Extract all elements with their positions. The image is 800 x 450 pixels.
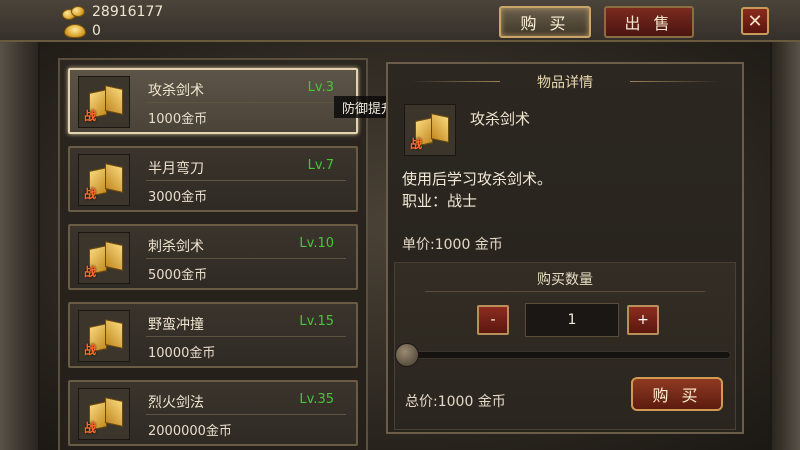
gold-amount: 28916177 <box>92 4 164 20</box>
gold-coins-icon <box>62 5 88 20</box>
increase-quantity-button[interactable]: + <box>627 305 659 335</box>
tab-buy[interactable]: 购 买 <box>499 6 591 38</box>
quantity-slider-handle[interactable] <box>395 343 419 367</box>
quantity-title: 购买数量 <box>537 272 593 288</box>
class-tag: 战 <box>84 343 97 357</box>
detail-item-name: 攻杀剑术 <box>470 110 531 128</box>
item-price: 5000金币 <box>148 268 208 283</box>
ingot-counter: 0 <box>62 22 101 40</box>
item-level: Lv.3 <box>307 80 334 95</box>
list-item[interactable]: 战 半月弯刀 Lv.7 3000金币 <box>68 146 358 212</box>
detail-title: 物品详情 <box>537 75 593 91</box>
divider <box>146 258 346 259</box>
class-tag: 战 <box>84 421 97 435</box>
total-price: 总价:1000 金币 <box>405 394 506 410</box>
close-button[interactable]: ✕ <box>741 7 769 35</box>
close-icon: ✕ <box>747 10 763 32</box>
tab-sell[interactable]: 出 售 <box>604 6 694 38</box>
class-tag: 战 <box>84 109 97 123</box>
item-price: 3000金币 <box>148 190 208 205</box>
item-level: Lv.15 <box>299 314 334 329</box>
item-level: Lv.10 <box>299 236 334 251</box>
divider <box>146 180 346 181</box>
detail-skill-book-icon: 战 <box>404 104 456 156</box>
item-name: 烈火剑法 <box>148 395 204 411</box>
quantity-input[interactable]: 1 <box>525 303 619 337</box>
skill-book-icon: 战 <box>78 232 130 284</box>
decrease-quantity-button[interactable]: - <box>477 305 509 335</box>
list-item[interactable]: 战 烈火剑法 Lv.35 2000000金币 <box>68 380 358 446</box>
detail-description: 使用后学习攻杀剑术。 职业：战士 <box>402 168 552 212</box>
list-item[interactable]: 战 野蛮冲撞 Lv.15 10000金币 <box>68 302 358 368</box>
item-name: 攻杀剑术 <box>148 83 204 99</box>
divider <box>146 102 346 103</box>
skill-book-list[interactable]: 战 攻杀剑术 Lv.3 1000金币 战 半月弯刀 Lv.7 3000金币 战 … <box>58 58 368 450</box>
quantity-slider-track[interactable] <box>405 351 731 359</box>
item-name: 半月弯刀 <box>148 161 204 177</box>
divider <box>425 291 705 292</box>
ingot-amount: 0 <box>92 23 101 39</box>
divider <box>146 336 346 337</box>
divider <box>630 81 720 82</box>
skill-book-icon: 战 <box>78 76 130 128</box>
item-level: Lv.7 <box>307 158 334 173</box>
detail-title-bar: 物品详情 <box>388 64 742 94</box>
item-price: 1000金币 <box>148 112 208 127</box>
skill-book-icon: 战 <box>78 310 130 362</box>
item-detail-panel: 物品详情 战 攻杀剑术 使用后学习攻杀剑术。 职业：战士 单价:1000 金币 … <box>386 62 744 434</box>
list-item[interactable]: 战 攻杀剑术 Lv.3 1000金币 <box>68 68 358 134</box>
divider <box>146 414 346 415</box>
gold-ingot-icon <box>64 24 86 38</box>
item-price: 10000金币 <box>148 346 216 361</box>
class-tag: 战 <box>84 187 97 201</box>
buy-button[interactable]: 购 买 <box>631 377 723 411</box>
list-item[interactable]: 战 刺杀剑术 Lv.10 5000金币 <box>68 224 358 290</box>
top-bar: 28916177 0 购 买 出 售 ✕ <box>0 0 800 42</box>
purchase-quantity-box: 购买数量 - 1 + 总价:1000 金币 购 买 <box>394 262 736 430</box>
skill-book-icon: 战 <box>78 154 130 206</box>
item-price: 2000000金币 <box>148 424 232 439</box>
skill-book-icon: 战 <box>78 388 130 440</box>
class-requirement: 职业：战士 <box>402 192 478 210</box>
gold-counter: 28916177 <box>62 3 163 21</box>
class-tag: 战 <box>84 265 97 279</box>
description-line: 使用后学习攻杀剑术。 <box>402 170 553 188</box>
class-tag: 战 <box>410 137 423 151</box>
item-name: 刺杀剑术 <box>148 239 204 255</box>
item-name: 野蛮冲撞 <box>148 317 204 333</box>
unit-price: 单价:1000 金币 <box>402 237 503 253</box>
item-level: Lv.35 <box>299 392 334 407</box>
